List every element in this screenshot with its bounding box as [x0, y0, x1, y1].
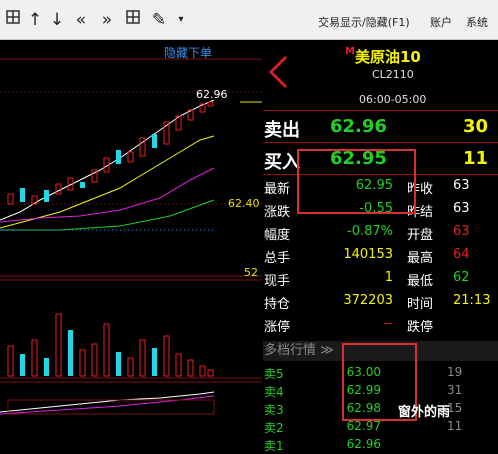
volume-bars [7, 313, 214, 377]
depth-price[interactable]: 62.96 [341, 437, 381, 451]
dropdown-icon[interactable]: ▾ [170, 9, 192, 31]
stat-label: 涨跌 [264, 205, 291, 220]
highlight-box [297, 149, 416, 214]
menu-trade-toggle[interactable]: 交易显示/隐藏(F1) [318, 14, 410, 30]
price-mid-label: 62.40 [228, 197, 260, 210]
depth-label: 卖2 [264, 421, 284, 435]
depth-volume: 11 [447, 419, 463, 433]
depth-label: 卖1 [264, 439, 284, 453]
stat-value: 63 [453, 201, 470, 216]
stat-label: 时间 [407, 297, 434, 312]
stat-label: 总手 [264, 251, 291, 266]
price-high-label: 62.96 [196, 88, 228, 101]
stat-value: 21:13 [453, 293, 491, 308]
stat-label: 涨停 [264, 320, 291, 335]
candles [7, 101, 214, 205]
contract-code: CL2110 [372, 68, 414, 81]
stat-value: 1 [384, 270, 393, 285]
depth-volume: 31 [447, 383, 463, 397]
stat-value: 64 [453, 247, 470, 262]
kline-chart[interactable]: 隐藏下单 62.96 62.40 52 [0, 40, 262, 442]
contract-name: 美原油10 [355, 48, 421, 66]
stat-label: 最低 [407, 274, 434, 289]
stat-label: 跌停 [407, 320, 434, 335]
stat-value: 62 [453, 270, 470, 285]
double-left-icon[interactable]: « [70, 9, 92, 31]
toolbar: ↑ ↓ « » ✎ ▾ 交易显示/隐藏(F1) 账户 系统 [0, 0, 498, 40]
menu-system[interactable]: 系统 [466, 14, 488, 30]
buy-label: 买入 [264, 152, 300, 173]
stat-value: 63 [453, 224, 470, 239]
stat-label: 现手 [264, 274, 291, 289]
price-low-label: 52 [244, 266, 258, 279]
hide-order-button[interactable]: 隐藏下单 [164, 44, 212, 61]
pen-icon[interactable]: ✎ [148, 9, 170, 31]
depth-label: 卖3 [264, 403, 284, 417]
sell-label: 卖出 [264, 120, 300, 141]
stat-value: 63 [453, 178, 470, 193]
stat-value: -0.87% [347, 224, 393, 239]
stat-label: 幅度 [264, 228, 291, 243]
watermark: 窗外的雨 [398, 405, 451, 420]
stat-value: -- [383, 316, 393, 331]
depth-label: 卖4 [264, 385, 284, 399]
stat-label: 最高 [407, 251, 434, 266]
divider [263, 110, 498, 111]
menu-account[interactable]: 账户 [430, 14, 452, 30]
divider [263, 142, 498, 143]
trading-session: 06:00-05:00 [359, 93, 427, 106]
table-icon[interactable] [122, 9, 144, 31]
stat-label: 持仓 [264, 297, 291, 312]
stat-label: 最新 [264, 182, 291, 197]
sell-price[interactable]: 62.96 [330, 116, 387, 137]
depth-volume: 19 [447, 365, 463, 379]
arrow-up-icon[interactable]: ↑ [24, 9, 46, 31]
back-arrow-icon[interactable] [266, 54, 290, 90]
buy-volume: 11 [463, 148, 489, 169]
stat-label: 开盘 [407, 228, 434, 243]
arrow-down-icon[interactable]: ↓ [46, 9, 68, 31]
name-marker: M [345, 46, 355, 57]
sell-volume: 30 [463, 116, 489, 137]
depth-label: 卖5 [264, 367, 284, 381]
double-right-icon[interactable]: » [96, 9, 118, 31]
stat-value: 140153 [343, 247, 393, 262]
stat-value: 372203 [343, 293, 393, 308]
grid-icon[interactable] [2, 9, 24, 31]
depth-price[interactable]: 62.97 [341, 419, 381, 433]
